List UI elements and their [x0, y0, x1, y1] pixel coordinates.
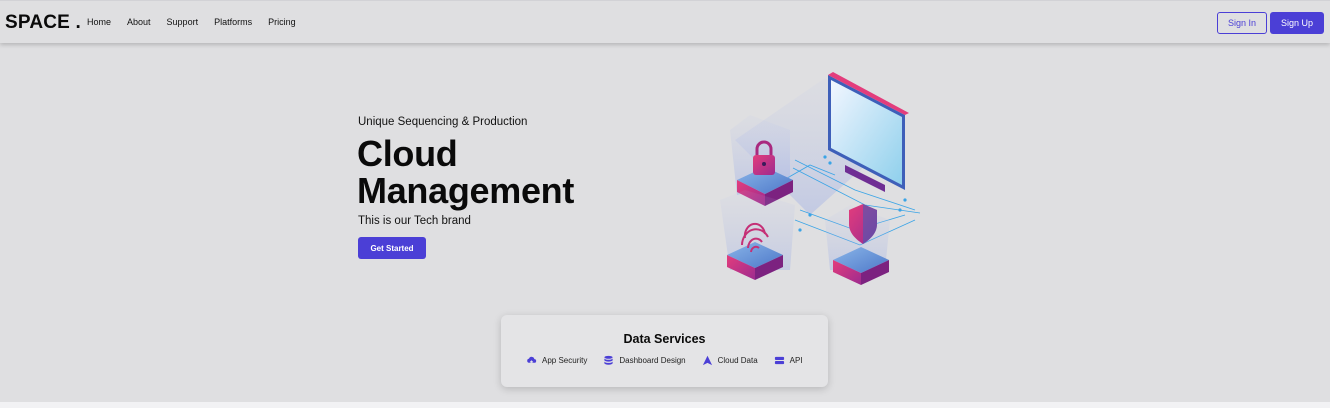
cloud-upload-icon — [527, 356, 537, 365]
cloud-security-illustration — [720, 72, 921, 285]
get-started-button[interactable]: Get Started — [358, 237, 426, 259]
nav-link-about[interactable]: About — [127, 17, 151, 27]
service-label: Dashboard Design — [619, 356, 686, 365]
hero-title: Cloud Management — [357, 133, 575, 211]
nav-link-pricing[interactable]: Pricing — [268, 17, 296, 27]
nav-link-support[interactable]: Support — [167, 17, 199, 27]
nav-link-platforms[interactable]: Platforms — [214, 17, 252, 27]
main-nav: Home About Support Platforms Pricing — [87, 17, 312, 27]
top-navbar: SPACE . Home About Support Platforms Pri… — [0, 0, 1330, 43]
service-label: Cloud Data — [717, 356, 758, 365]
service-app-security[interactable]: App Security — [526, 355, 587, 366]
service-cloud-data[interactable]: Cloud Data — [702, 355, 758, 366]
service-label: API — [789, 356, 803, 365]
data-services-title: Data Services — [623, 332, 706, 346]
services-list: App Security Dashboard Design Cloud Data… — [526, 355, 819, 366]
brand-logo[interactable]: SPACE . — [5, 12, 81, 34]
data-services-card: Data Services App Security Dashboard Des… — [501, 315, 828, 387]
nav-link-home[interactable]: Home — [87, 17, 111, 27]
service-dashboard-design[interactable]: Dashboard Design — [603, 355, 686, 366]
database-icon — [604, 355, 613, 365]
sign-in-button[interactable]: Sign In — [1217, 12, 1267, 34]
triangle-icon — [702, 355, 712, 366]
hero-subtitle: Unique Sequencing & Production — [358, 116, 528, 128]
hero-tagline: This is our Tech brand — [358, 215, 471, 227]
page-bottom-divider — [0, 402, 1330, 408]
service-label: App Security — [542, 356, 588, 365]
sign-up-button[interactable]: Sign Up — [1270, 12, 1324, 34]
service-api[interactable]: API — [774, 355, 803, 366]
server-icon — [774, 356, 784, 365]
